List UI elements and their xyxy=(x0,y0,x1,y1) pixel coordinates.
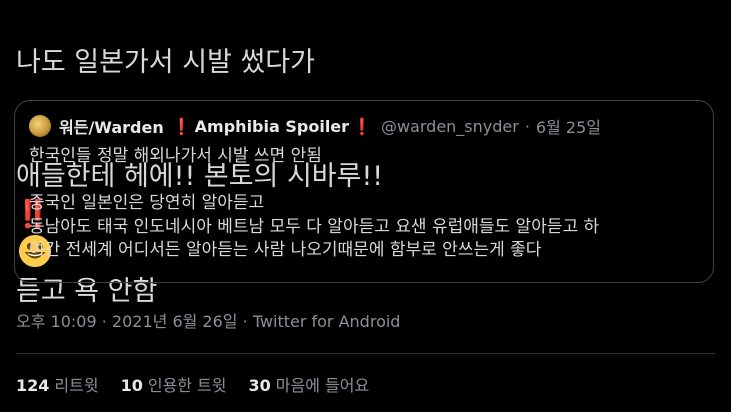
quoted-line xyxy=(29,169,701,193)
likes-count: 30 xyxy=(248,376,271,395)
tweet-date[interactable]: 2021년 6월 26일 xyxy=(112,312,238,331)
quote-tweets-count: 10 xyxy=(120,376,143,395)
likes-stat[interactable]: 30 마음에 들어요 xyxy=(249,372,370,396)
quote-tweets-stat[interactable]: 10 인용한 트윗 xyxy=(121,372,227,396)
divider xyxy=(16,353,715,354)
quoted-author-spoiler-label[interactable]: Amphibia Spoiler xyxy=(195,117,349,136)
retweets-count: 124 xyxy=(16,376,50,395)
retweets-label: 리트윗 xyxy=(54,376,99,395)
tweet-line-1: 나도 일본가서 시발 썼다가 xyxy=(16,47,315,78)
tweet-time[interactable]: 오후 10:09 xyxy=(16,312,97,331)
avatar[interactable] xyxy=(29,115,51,137)
quoted-line: 중국인 일본인은 당연히 알아듣고 xyxy=(29,193,265,213)
retweets-stat[interactable]: 124 리트윗 xyxy=(16,372,99,396)
dot-separator: · xyxy=(524,116,530,136)
tweet-source[interactable]: Twitter for Android xyxy=(253,312,401,331)
quote-tweets-label: 인용한 트윗 xyxy=(147,376,227,395)
quoted-author-name[interactable]: 워든/Warden xyxy=(59,114,164,138)
dot-separator: · xyxy=(242,312,248,331)
quoted-author-handle[interactable]: @warden_snyder xyxy=(381,117,519,136)
quoted-tweet-header: 워든/Warden ❗ Amphibia Spoiler ❗ @warden_s… xyxy=(29,113,601,139)
quoted-line: 여간 전세계 어디서든 알아듣는 사람 나오기때문에 함부로 안쓰는게 좋다 xyxy=(29,240,542,260)
quoted-tweet-body: 한국인들 정말 해외나가서 시발 쓰면 안됨 중국인 일본인은 당연히 알아듣고… xyxy=(29,145,701,263)
dot-separator: · xyxy=(101,312,107,331)
tweet-stats: 124 리트윗 10 인용한 트윗 30 마음에 들어요 xyxy=(16,372,391,396)
quoted-line: 동남아도 태국 인도네시아 베트남 모두 다 알아듣고 요샌 유럽애들도 알아듣… xyxy=(29,216,600,237)
quoted-tweet-date[interactable]: 6월 25일 xyxy=(536,114,601,138)
red-exclamation-icon: ❗ xyxy=(352,116,372,136)
red-exclamation-icon: ❗ xyxy=(171,116,192,136)
quoted-tweet-card[interactable]: 워든/Warden ❗ Amphibia Spoiler ❗ @warden_s… xyxy=(14,100,714,283)
tweet-metadata: 오후 10:09 · 2021년 6월 26일 · Twitter for An… xyxy=(16,308,400,332)
quoted-line: 한국인들 정말 해외나가서 시발 쓰면 안됨 xyxy=(29,146,322,166)
likes-label: 마음에 들어요 xyxy=(275,376,370,395)
